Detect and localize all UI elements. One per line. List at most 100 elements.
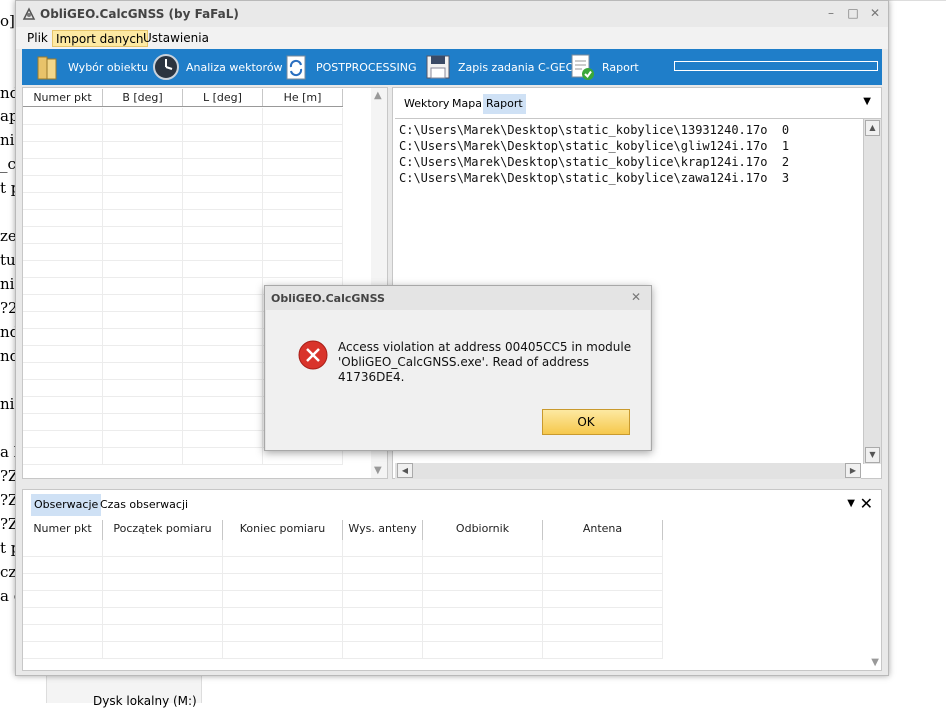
- column-header[interactable]: Odbiornik: [423, 520, 543, 540]
- table-cell[interactable]: [23, 346, 103, 362]
- table-cell[interactable]: [223, 574, 343, 590]
- table-cell[interactable]: [23, 244, 103, 260]
- table-cell[interactable]: [23, 414, 103, 430]
- table-cell[interactable]: [23, 227, 103, 243]
- table-cell[interactable]: [103, 176, 183, 192]
- tab-wektory[interactable]: Wektory: [401, 94, 452, 114]
- column-header[interactable]: Koniec pomiaru: [223, 520, 343, 540]
- table-cell[interactable]: [263, 108, 343, 124]
- postprocessing-button[interactable]: POSTPROCESSING: [282, 49, 417, 85]
- table-cell[interactable]: [183, 227, 263, 243]
- table-cell[interactable]: [183, 448, 263, 464]
- table-cell[interactable]: [343, 625, 423, 641]
- memo-horizontal-scrollbar[interactable]: ◀ ▶: [395, 463, 861, 479]
- column-header[interactable]: Antena: [543, 520, 663, 540]
- table-cell[interactable]: [343, 591, 423, 607]
- table-cell[interactable]: [103, 363, 183, 379]
- table-cell[interactable]: [263, 261, 343, 277]
- table-cell[interactable]: [223, 557, 343, 573]
- menu-import-danych[interactable]: Import danych: [52, 30, 148, 47]
- table-cell[interactable]: [103, 540, 223, 556]
- table-cell[interactable]: [223, 591, 343, 607]
- column-header[interactable]: He [m]: [263, 89, 343, 106]
- table-cell[interactable]: [103, 261, 183, 277]
- table-cell[interactable]: [183, 397, 263, 413]
- table-cell[interactable]: [183, 261, 263, 277]
- disk-label[interactable]: Dysk lokalny (M:): [93, 694, 197, 708]
- table-cell[interactable]: [103, 312, 183, 328]
- close-button[interactable]: ✕: [866, 5, 884, 21]
- table-row[interactable]: [23, 125, 343, 142]
- table-cell[interactable]: [183, 329, 263, 345]
- table-cell[interactable]: [103, 278, 183, 294]
- table-row[interactable]: [23, 159, 343, 176]
- table-cell[interactable]: [23, 625, 103, 641]
- analiza-wektorow-button[interactable]: Analiza wektorów: [152, 49, 283, 85]
- table-cell[interactable]: [103, 346, 183, 362]
- table-cell[interactable]: [183, 210, 263, 226]
- table-cell[interactable]: [23, 608, 103, 624]
- table-cell[interactable]: [263, 142, 343, 158]
- table-cell[interactable]: [23, 448, 103, 464]
- table-cell[interactable]: [423, 574, 543, 590]
- table-cell[interactable]: [103, 210, 183, 226]
- table-cell[interactable]: [183, 431, 263, 447]
- column-header[interactable]: Wys. anteny: [343, 520, 423, 540]
- table-cell[interactable]: [223, 540, 343, 556]
- ok-button[interactable]: OK: [542, 409, 630, 435]
- table-cell[interactable]: [423, 591, 543, 607]
- table-cell[interactable]: [343, 642, 423, 658]
- table-cell[interactable]: [23, 431, 103, 447]
- scroll-down-icon[interactable]: ▼: [374, 465, 382, 476]
- table-row[interactable]: [23, 193, 343, 210]
- table-cell[interactable]: [23, 193, 103, 209]
- table-cell[interactable]: [23, 176, 103, 192]
- table-cell[interactable]: [103, 608, 223, 624]
- table-row[interactable]: [23, 142, 343, 159]
- table-cell[interactable]: [183, 125, 263, 141]
- table-cell[interactable]: [23, 557, 103, 573]
- table-cell[interactable]: [23, 312, 103, 328]
- table-cell[interactable]: [103, 574, 223, 590]
- table-cell[interactable]: [23, 329, 103, 345]
- table-cell[interactable]: [103, 448, 183, 464]
- scroll-right-icon[interactable]: ▶: [845, 463, 861, 478]
- table-cell[interactable]: [183, 295, 263, 311]
- table-cell[interactable]: [23, 142, 103, 158]
- table-cell[interactable]: [23, 159, 103, 175]
- minimize-button[interactable]: –: [822, 5, 840, 21]
- memo-vertical-scrollbar[interactable]: ▲ ▼: [863, 119, 881, 464]
- table-cell[interactable]: [23, 295, 103, 311]
- table-cell[interactable]: [183, 346, 263, 362]
- table-row[interactable]: [23, 176, 343, 193]
- table-cell[interactable]: [23, 397, 103, 413]
- table-cell[interactable]: [103, 329, 183, 345]
- table-cell[interactable]: [223, 625, 343, 641]
- table-cell[interactable]: [423, 608, 543, 624]
- table-cell[interactable]: [103, 431, 183, 447]
- table-cell[interactable]: [103, 227, 183, 243]
- table-cell[interactable]: [263, 193, 343, 209]
- table-cell[interactable]: [183, 380, 263, 396]
- scroll-up-icon[interactable]: ▲: [374, 90, 382, 101]
- table-cell[interactable]: [103, 295, 183, 311]
- column-header[interactable]: Początek pomiaru: [103, 520, 223, 540]
- scroll-left-icon[interactable]: ◀: [397, 463, 413, 478]
- table-cell[interactable]: [23, 363, 103, 379]
- table-cell[interactable]: [23, 210, 103, 226]
- zapis-zadania-button[interactable]: Zapis zadania C-GEO: [424, 49, 574, 85]
- table-cell[interactable]: [423, 642, 543, 658]
- table-cell[interactable]: [223, 642, 343, 658]
- table-cell[interactable]: [103, 193, 183, 209]
- table-row[interactable]: [23, 108, 343, 125]
- table-cell[interactable]: [263, 159, 343, 175]
- column-header[interactable]: B [deg]: [103, 89, 183, 106]
- table-cell[interactable]: [23, 261, 103, 277]
- table-cell[interactable]: [263, 176, 343, 192]
- table-cell[interactable]: [23, 574, 103, 590]
- table-cell[interactable]: [103, 108, 183, 124]
- table-cell[interactable]: [183, 159, 263, 175]
- tab-mapa[interactable]: Mapa: [449, 94, 485, 114]
- table-cell[interactable]: [183, 176, 263, 192]
- maximize-button[interactable]: □: [844, 5, 862, 21]
